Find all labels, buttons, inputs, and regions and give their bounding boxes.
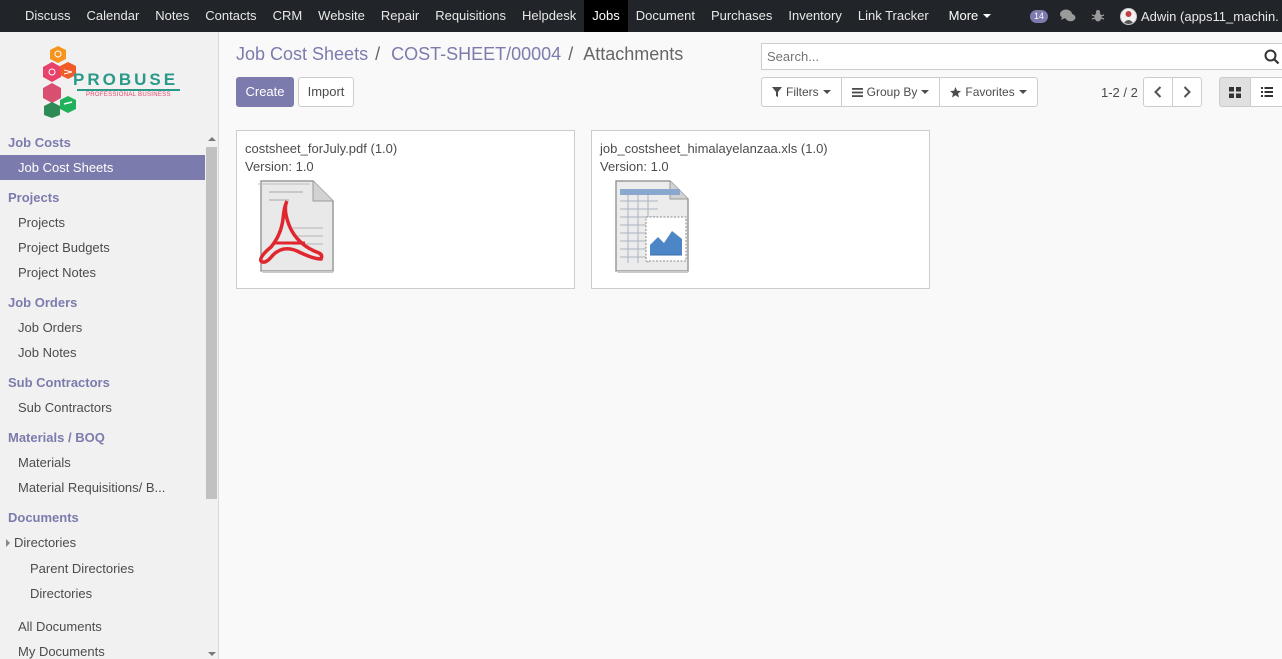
list-bars-icon bbox=[851, 87, 863, 97]
filter-icon bbox=[772, 87, 782, 97]
app-requisitions[interactable]: Requisitions bbox=[427, 0, 514, 32]
attachment-version: Version: 1.0 bbox=[245, 159, 314, 174]
user-name: Adwin (apps11_machin. bbox=[1141, 8, 1279, 24]
breadcrumb-job-cost-sheets[interactable]: Job Cost Sheets bbox=[236, 44, 368, 64]
logo-tagline: PROFESSIONAL BUSINESS bbox=[86, 92, 171, 98]
app-inventory[interactable]: Inventory bbox=[780, 0, 849, 32]
message-count-badge[interactable]: 14 bbox=[1029, 9, 1048, 23]
search-options: Filters Group By Favorites bbox=[761, 77, 1038, 107]
attachment-name: costsheet_forJuly.pdf (1.0) bbox=[245, 141, 398, 156]
sidebar-item-projects[interactable]: Projects bbox=[0, 210, 205, 235]
avatar bbox=[1120, 7, 1137, 25]
sidebar-item-directories[interactable]: Directories bbox=[0, 581, 205, 606]
more-label: More bbox=[948, 8, 979, 23]
grid-icon bbox=[1229, 86, 1241, 98]
top-navbar: Discuss Calendar Notes Contacts CRM Webs… bbox=[0, 0, 1282, 32]
app-purchases[interactable]: Purchases bbox=[703, 0, 780, 32]
filters-label: Filters bbox=[786, 85, 819, 99]
create-button[interactable]: Create bbox=[236, 77, 294, 107]
chat-bubbles-icon[interactable] bbox=[1060, 8, 1076, 24]
attachment-card[interactable]: job_costsheet_himalayelanzaa.xls (1.0) V… bbox=[591, 130, 930, 289]
sidebar-item-directories-parent[interactable]: Directories bbox=[0, 530, 205, 555]
app-crm[interactable]: CRM bbox=[265, 0, 311, 32]
logo-underline bbox=[77, 89, 180, 91]
app-document[interactable]: Document bbox=[628, 0, 703, 32]
spreadsheet-file-icon bbox=[608, 179, 692, 273]
app-calendar[interactable]: Calendar bbox=[79, 0, 148, 32]
caret-down-icon bbox=[983, 14, 992, 18]
sidebar-item-project-budgets[interactable]: Project Budgets bbox=[0, 235, 205, 260]
pdf-file-icon bbox=[253, 179, 337, 273]
search-icon[interactable] bbox=[1264, 49, 1280, 65]
sidebar-section-job-orders[interactable]: Job Orders bbox=[0, 291, 205, 315]
app-jobs[interactable]: Jobs bbox=[584, 0, 628, 32]
kanban-view-button[interactable] bbox=[1219, 77, 1251, 107]
app-discuss[interactable]: Discuss bbox=[17, 0, 79, 32]
attachment-version: Version: 1.0 bbox=[600, 159, 669, 174]
app-menu: Discuss Calendar Notes Contacts CRM Webs… bbox=[0, 0, 1001, 32]
sidebar-item-job-orders[interactable]: Job Orders bbox=[0, 315, 205, 340]
sidebar-item-parent-directories[interactable]: Parent Directories bbox=[0, 556, 205, 581]
breadcrumb-separator: / bbox=[370, 44, 381, 64]
favorites-label: Favorites bbox=[965, 85, 1015, 99]
group-by-button[interactable]: Group By bbox=[840, 77, 941, 107]
sidebar-section-materials-boq[interactable]: Materials / BOQ bbox=[0, 426, 205, 450]
breadcrumb-current: Attachments bbox=[583, 44, 684, 64]
pager-previous-button[interactable] bbox=[1143, 77, 1173, 107]
breadcrumb-separator: / bbox=[563, 44, 574, 64]
sidebar-item-job-notes[interactable]: Job Notes bbox=[0, 340, 205, 365]
sidebar-item-my-documents[interactable]: My Documents bbox=[0, 639, 205, 659]
caret-down-icon bbox=[822, 90, 831, 94]
app-link-tracker[interactable]: Link Tracker bbox=[850, 0, 937, 32]
sidebar-item-job-cost-sheets[interactable]: Job Cost Sheets bbox=[0, 155, 205, 180]
systray: 14 Adwin (apps11_machin. bbox=[1029, 0, 1282, 32]
star-icon bbox=[950, 86, 962, 97]
sidebar-item-label: Directories bbox=[14, 535, 77, 550]
sidebar-item-sub-contractors[interactable]: Sub Contractors bbox=[0, 395, 205, 420]
sidebar-menu: Job Costs Job Cost Sheets Projects Proje… bbox=[0, 131, 205, 659]
breadcrumb: Job Cost Sheets / COST-SHEET/00004 / Att… bbox=[236, 44, 683, 65]
scroll-down-arrow-icon[interactable] bbox=[208, 652, 216, 656]
app-contacts[interactable]: Contacts bbox=[197, 0, 264, 32]
search-bar bbox=[761, 42, 1282, 70]
sidebar-section-job-costs[interactable]: Job Costs bbox=[0, 131, 205, 155]
app-notes[interactable]: Notes bbox=[147, 0, 197, 32]
caret-down-icon bbox=[1018, 90, 1027, 94]
scroll-thumb[interactable] bbox=[206, 147, 217, 499]
list-view-button[interactable] bbox=[1250, 77, 1282, 107]
pager-next-button[interactable] bbox=[1172, 77, 1202, 107]
search-input[interactable] bbox=[761, 42, 1282, 70]
sidebar-item-material-requisitions[interactable]: Material Requisitions/ B... bbox=[0, 475, 205, 500]
pager-value[interactable]: 1-2 / 2 bbox=[1101, 85, 1138, 100]
chevron-right-icon bbox=[1183, 86, 1191, 98]
attachment-name: job_costsheet_himalayelanzaa.xls (1.0) bbox=[600, 141, 828, 156]
user-menu[interactable]: Adwin (apps11_machin. bbox=[1120, 7, 1282, 25]
bug-icon[interactable] bbox=[1090, 8, 1106, 24]
caret-right-icon bbox=[6, 538, 10, 547]
sidebar-scrollbar[interactable] bbox=[205, 133, 218, 659]
attachment-card[interactable]: costsheet_forJuly.pdf (1.0) Version: 1.0 bbox=[236, 130, 575, 289]
logo-text: PROBUSE bbox=[73, 70, 179, 89]
caret-down-icon bbox=[921, 90, 930, 94]
filters-button[interactable]: Filters bbox=[761, 77, 842, 107]
app-repair[interactable]: Repair bbox=[373, 0, 427, 32]
more-menu-button[interactable]: More bbox=[937, 0, 1002, 32]
scroll-up-arrow-icon[interactable] bbox=[208, 137, 216, 141]
import-button[interactable]: Import bbox=[298, 77, 354, 107]
favorites-button[interactable]: Favorites bbox=[939, 77, 1038, 107]
sidebar: PROBUSE PROFESSIONAL BUSINESS Job Costs … bbox=[0, 32, 219, 659]
group-by-label: Group By bbox=[866, 85, 918, 99]
breadcrumb-cost-sheet[interactable]: COST-SHEET/00004 bbox=[391, 44, 561, 64]
app-website[interactable]: Website bbox=[310, 0, 373, 32]
chevron-left-icon bbox=[1154, 86, 1162, 98]
sidebar-section-projects[interactable]: Projects bbox=[0, 186, 205, 210]
sidebar-item-project-notes[interactable]: Project Notes bbox=[0, 260, 205, 285]
app-helpdesk[interactable]: Helpdesk bbox=[514, 0, 584, 32]
list-icon bbox=[1260, 87, 1273, 97]
sidebar-item-all-documents[interactable]: All Documents bbox=[0, 614, 205, 639]
sidebar-section-documents[interactable]: Documents bbox=[0, 506, 205, 530]
sidebar-item-materials[interactable]: Materials bbox=[0, 450, 205, 475]
sidebar-section-sub-contractors[interactable]: Sub Contractors bbox=[0, 371, 205, 395]
